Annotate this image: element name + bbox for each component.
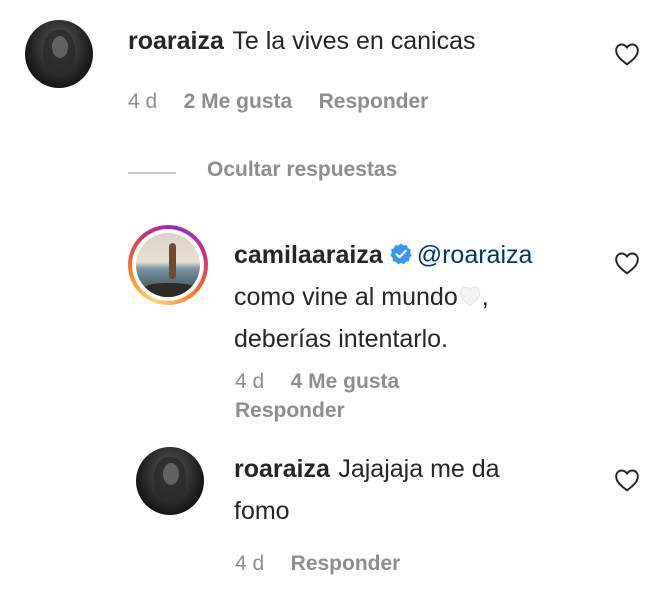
comment-text: Te la vives en canicas <box>232 27 476 55</box>
white-heart-emoji <box>459 286 481 307</box>
reply-text-line1-end: , <box>481 283 489 311</box>
reply-text-line2: fomo <box>234 497 290 525</box>
hide-replies-button[interactable]: Ocultar respuestas <box>207 158 397 182</box>
reply-likes[interactable]: 4 Me gusta <box>291 370 400 393</box>
reply-button[interactable]: Responder <box>235 399 345 423</box>
reply-username[interactable]: camilaaraiza <box>234 241 383 269</box>
like-heart-icon[interactable] <box>614 251 640 275</box>
avatar-story-ring[interactable] <box>128 225 208 305</box>
comment-meta: 4 d 2 Me gusta Responder <box>128 90 428 114</box>
reply-meta: 4 d 4 Me gusta <box>235 370 399 394</box>
reply-time: 4 d <box>235 552 265 575</box>
avatar[interactable] <box>25 20 93 88</box>
avatar[interactable] <box>136 447 204 515</box>
reply-mention[interactable]: @roaraiza <box>417 241 533 269</box>
comment-body: roaraiza Te la vives en canicas <box>128 27 476 56</box>
avatar <box>136 233 200 297</box>
reply-body: camilaaraiza @roaraiza como vine al mund… <box>234 236 532 362</box>
comment-likes[interactable]: 2 Me gusta <box>184 90 293 113</box>
reply-button[interactable]: Responder <box>319 90 429 113</box>
verified-badge-icon <box>390 243 412 265</box>
like-heart-icon[interactable] <box>614 42 640 66</box>
reply-meta: 4 d Responder <box>235 552 400 576</box>
reply-time: 4 d <box>235 370 265 393</box>
reply-body: roaraiza Jajajaja me da fomo <box>234 450 500 534</box>
reply-username[interactable]: roaraiza <box>234 455 330 483</box>
comment-time: 4 d <box>128 90 158 113</box>
reply-text-line1: Jajajaja me da <box>338 455 500 483</box>
reply-text-line2: deberías intentarlo. <box>234 325 449 353</box>
divider-line <box>128 172 176 174</box>
reply-text-line1: como vine al mundo <box>234 283 458 311</box>
reply-button[interactable]: Responder <box>291 552 401 575</box>
comment-username[interactable]: roaraiza <box>128 27 224 55</box>
like-heart-icon[interactable] <box>614 468 640 492</box>
